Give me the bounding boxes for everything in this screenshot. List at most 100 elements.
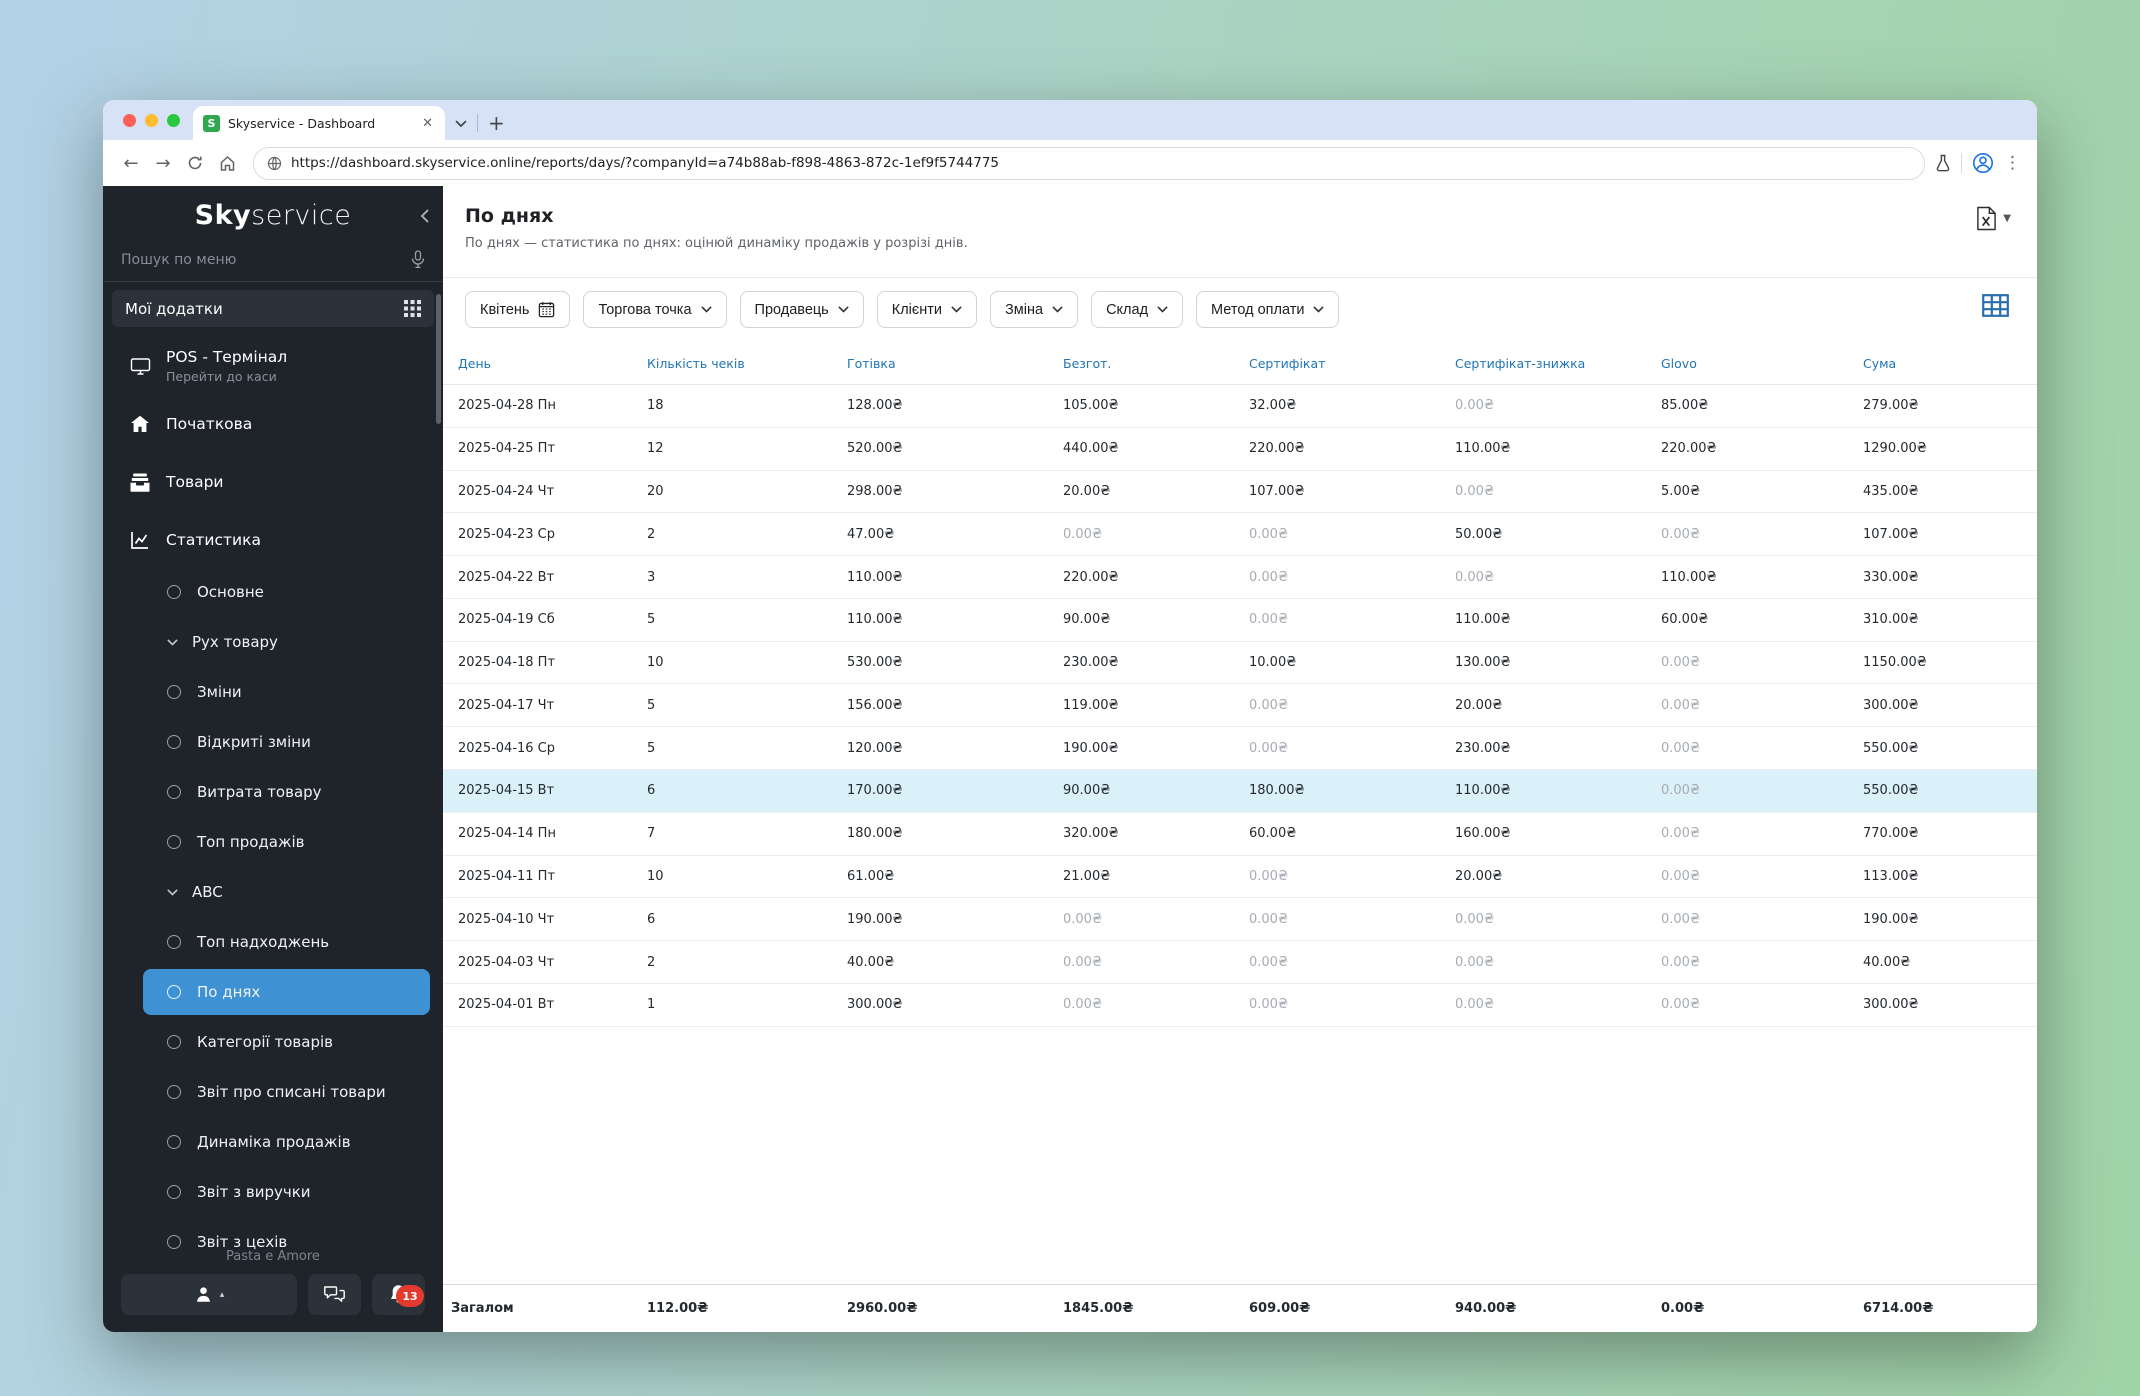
sidebar-subitem-main[interactable]: Основне — [143, 569, 430, 615]
microphone-icon[interactable] — [411, 250, 425, 269]
table-cell: 190.00₴ — [1855, 897, 2037, 942]
filter-button-shift[interactable]: Зміна — [990, 291, 1079, 328]
subitem-label: По днях — [197, 983, 261, 1001]
column-header-3[interactable]: Безгот. — [1055, 341, 1241, 385]
table-cell: 2025-04-19 Сб — [443, 598, 639, 642]
table-row[interactable]: 2025-04-17 Чт 5 156.00₴ 119.00₴ 0.00₴ 20.00₴ 0… — [443, 683, 2037, 728]
table-cell: 0.00₴ — [1447, 940, 1653, 984]
sidebar-subitem-sales-dynamics[interactable]: Динаміка продажів — [143, 1119, 430, 1165]
table-cell: 0.00₴ — [1241, 683, 1447, 728]
table-cell: 298.00₴ — [839, 470, 1055, 514]
radio-circle-icon — [167, 835, 181, 849]
sidebar-item-goods[interactable]: Товари — [103, 453, 443, 511]
sidebar-subitem-top-receipts[interactable]: Топ надходжень — [143, 919, 430, 965]
notifications-button[interactable]: 13 — [372, 1274, 425, 1315]
menu-search[interactable]: Пошук по меню — [103, 244, 443, 281]
sidebar-subitem-shifts[interactable]: Зміни — [143, 669, 430, 715]
goods-icon — [129, 473, 151, 492]
profile-avatar-icon[interactable] — [1972, 152, 1994, 174]
statistics-chart-icon — [129, 531, 151, 550]
filter-button-seller[interactable]: Продавець — [739, 291, 864, 328]
browser-tab[interactable]: S Skyservice - Dashboard ✕ — [193, 106, 445, 140]
table-row[interactable]: 2025-04-14 Пн 7 180.00₴ 320.00₴ 60.00₴ 160.00… — [443, 812, 2037, 856]
table-row[interactable]: 2025-04-18 Пт 10 530.00₴ 230.00₴ 10.00₴ 130.0… — [443, 641, 2037, 685]
site-info-icon[interactable] — [267, 156, 282, 171]
sidebar-subitem-open-shifts[interactable]: Відкриті зміни — [143, 719, 430, 765]
table-row[interactable]: 2025-04-01 Вт 1 300.00₴ 0.00₴ 0.00₴ 0.00₴ 0.00… — [443, 983, 2037, 1027]
table-cell: 0.00₴ — [1653, 512, 1855, 557]
sidebar-subitem-goods-movement[interactable]: Рух товару — [143, 619, 430, 665]
table-row[interactable]: 2025-04-24 Чт 20 298.00₴ 20.00₴ 107.00₴ 0.00₴… — [443, 470, 2037, 514]
table-cell: 10.00₴ — [1241, 641, 1447, 685]
total-cell: 0.00₴ — [1661, 1301, 1705, 1316]
radio-circle-icon — [167, 985, 181, 999]
back-button[interactable]: ← — [115, 147, 147, 179]
skyservice-logo[interactable]: Skyservice — [195, 200, 352, 231]
sidebar-subitem-revenue-report[interactable]: Звіт з виручки — [143, 1169, 430, 1215]
column-header-4[interactable]: Сертифікат — [1241, 341, 1447, 385]
table-cell: 220.00₴ — [1241, 427, 1447, 471]
chat-button[interactable] — [308, 1274, 361, 1315]
filter-button-outlet[interactable]: Торгова точка — [583, 291, 727, 328]
sidebar-collapse-icon[interactable] — [420, 208, 429, 227]
sidebar-scrollbar[interactable] — [436, 294, 441, 424]
filter-button-month[interactable]: Квітень — [465, 291, 571, 328]
export-excel-button[interactable]: ▼ — [1976, 206, 2011, 231]
totals-row: Загалом 112.00₴ 2960.00₴ 1845.00₴ 609.00₴ 94… — [443, 1284, 2037, 1332]
column-header-0[interactable]: День — [443, 341, 639, 385]
total-cell: 112.00₴ — [647, 1301, 709, 1316]
sidebar-subitem-top-sales[interactable]: Топ продажів — [143, 819, 430, 865]
table-row[interactable]: 2025-04-15 Вт 6 170.00₴ 90.00₴ 180.00₴ 110.00… — [443, 769, 2037, 813]
filter-button-clients[interactable]: Клієнти — [876, 291, 978, 328]
apps-grid-icon[interactable] — [404, 300, 421, 317]
table-cell: 2025-04-17 Чт — [443, 683, 639, 728]
maximize-window-button[interactable] — [167, 114, 180, 127]
sidebar-item-pos-terminal[interactable]: POS - Термінал Перейти до каси — [103, 337, 443, 395]
radio-circle-icon — [167, 685, 181, 699]
address-bar[interactable]: https://dashboard.skyservice.online/repo… — [253, 146, 1925, 180]
table-row[interactable]: 2025-04-28 Пн 18 128.00₴ 105.00₴ 32.00₴ 0.00₴… — [443, 384, 2037, 428]
table-row[interactable]: 2025-04-11 Пт 10 61.00₴ 21.00₴ 0.00₴ 20.00₴ 0.… — [443, 855, 2037, 899]
table-cell: 520.00₴ — [839, 427, 1055, 471]
table-view-icon[interactable] — [1982, 294, 2009, 321]
table-row[interactable]: 2025-04-22 Вт 3 110.00₴ 220.00₴ 0.00₴ 0.00₴ 11… — [443, 555, 2037, 599]
main-content: По днях По днях — статистика по днях: оц… — [443, 186, 2037, 1332]
table-cell: 113.00₴ — [1855, 855, 2037, 899]
sidebar-subitem-by-days[interactable]: По днях — [143, 969, 430, 1015]
experiments-flask-icon[interactable] — [1935, 154, 1951, 172]
table-row[interactable]: 2025-04-16 Ср 5 120.00₴ 190.00₴ 0.00₴ 230.00₴… — [443, 726, 2037, 771]
column-header-2[interactable]: Готівка — [839, 341, 1055, 385]
tab-search-chevron-icon[interactable] — [455, 114, 467, 132]
close-window-button[interactable] — [123, 114, 136, 127]
table-row[interactable]: 2025-04-03 Чт 2 40.00₴ 0.00₴ 0.00₴ 0.00₴ 0.00₴… — [443, 940, 2037, 984]
forward-button[interactable]: → — [147, 147, 179, 179]
sidebar-subitem-written-off-report[interactable]: Звіт про списані товари — [143, 1069, 430, 1115]
column-header-1[interactable]: Кількість чеків — [639, 341, 839, 385]
subitem-label: Рух товару — [192, 633, 278, 651]
table-cell: 300.00₴ — [839, 983, 1055, 1027]
sidebar-subitem-goods-categories[interactable]: Категорії товарів — [143, 1019, 430, 1065]
filter-button-warehouse[interactable]: Склад — [1091, 291, 1184, 328]
my-apps-header[interactable]: Мої додатки — [112, 290, 434, 327]
sidebar-subitem-goods-expense[interactable]: Витрата товару — [143, 769, 430, 815]
table-row[interactable]: 2025-04-10 Чт 6 190.00₴ 0.00₴ 0.00₴ 0.00₴ 0.00… — [443, 897, 2037, 942]
url-text[interactable]: https://dashboard.skyservice.online/repo… — [291, 155, 999, 171]
account-button[interactable]: ▴ — [121, 1274, 297, 1315]
sidebar-subitem-abc[interactable]: ABC — [143, 869, 430, 915]
column-header-7[interactable]: Сума — [1855, 341, 2037, 385]
reload-button[interactable] — [179, 147, 211, 179]
new-tab-button[interactable]: + — [488, 111, 505, 135]
table-row[interactable]: 2025-04-23 Ср 2 47.00₴ 0.00₴ 0.00₴ 50.00₴ 0.00… — [443, 512, 2037, 557]
browser-menu-icon[interactable]: ⋮ — [2004, 153, 2021, 173]
table-row[interactable]: 2025-04-25 Пт 12 520.00₴ 440.00₴ 220.00₴ 110.… — [443, 427, 2037, 471]
home-button[interactable] — [211, 147, 243, 179]
table-cell: 5 — [639, 726, 839, 771]
column-header-5[interactable]: Сертифікат-знижка — [1447, 341, 1653, 385]
sidebar-item-statistics[interactable]: Статистика — [103, 511, 443, 569]
tab-close-icon[interactable]: ✕ — [420, 116, 435, 131]
table-row[interactable]: 2025-04-19 Сб 5 110.00₴ 90.00₴ 0.00₴ 110.00₴ 6… — [443, 598, 2037, 642]
filter-button-payment-method[interactable]: Метод оплати — [1196, 291, 1340, 328]
sidebar-item-home[interactable]: Початкова — [103, 395, 443, 453]
column-header-6[interactable]: Glovo — [1653, 341, 1855, 385]
minimize-window-button[interactable] — [145, 114, 158, 127]
